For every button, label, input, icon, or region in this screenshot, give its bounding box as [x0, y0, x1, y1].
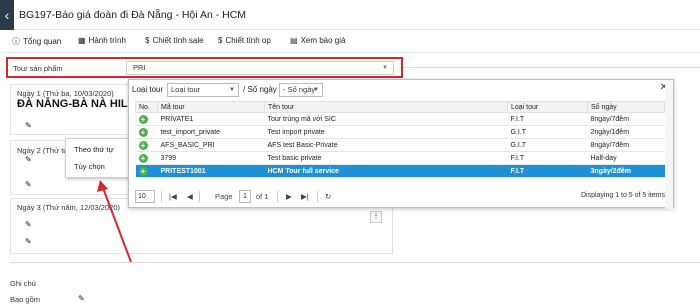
tour-type: F.I.T: [507, 151, 588, 165]
days-select[interactable]: - Số ngày ▼: [279, 83, 323, 97]
scrollbar[interactable]: [665, 80, 673, 209]
add-icon[interactable]: +: [138, 140, 148, 150]
tour-name: AFS test Basic-Private: [264, 138, 508, 152]
add-icon[interactable]: +: [138, 127, 148, 137]
tour-code: 3799: [157, 151, 265, 165]
tour-days: 8ngày/7đêm: [587, 112, 665, 126]
column-header[interactable]: Mã tour: [157, 101, 265, 113]
column-header[interactable]: Loại tour: [507, 101, 588, 113]
tour-type: G.I.T: [507, 125, 588, 139]
last-page-icon[interactable]: ▶|: [301, 192, 309, 201]
page-count: of 1: [256, 192, 269, 201]
page-size-select[interactable]: 10: [135, 190, 155, 203]
tour-name: Tour trùng mã với SIC: [264, 112, 508, 126]
divider: [277, 191, 278, 202]
tour-days: 3ngày/2đêm: [587, 164, 665, 178]
refresh-icon[interactable]: ↻: [325, 192, 331, 201]
previous-page-icon[interactable]: ◀: [187, 192, 193, 201]
tour-days: Half-day: [587, 151, 665, 165]
tour-name: Test import private: [264, 125, 508, 139]
tour-code: AFS_BASIC_PRI: [157, 138, 265, 152]
table-row[interactable]: + test_import_private Test import privat…: [135, 125, 665, 139]
page-size-value: 10: [138, 193, 146, 200]
add-icon[interactable]: +: [138, 153, 148, 163]
days-label: / Số ngày: [243, 85, 277, 94]
pagination-bar: 10 |◀ ◀ Page 1 of 1 ▶ ▶| ↻ Displaying 1 …: [135, 190, 665, 204]
tour-code: PRIVATE1: [157, 112, 265, 126]
note-label: Ghi chú: [10, 279, 36, 288]
add-icon[interactable]: +: [138, 114, 148, 124]
table-row-selected[interactable]: + PRITEST1001 HCM Tour full service F.I.…: [135, 164, 665, 178]
tour-type: F.I.T: [507, 112, 588, 126]
add-icon[interactable]: +: [138, 166, 148, 176]
divider: [161, 191, 162, 202]
tour-picker-popup: Loại tour Loại tour ▼ / Số ngày - Số ngà…: [128, 79, 674, 209]
next-page-icon[interactable]: ▶: [286, 192, 292, 201]
page-label: Page: [215, 192, 233, 201]
table-row[interactable]: + PRIVATE1 Tour trùng mã với SIC F.I.T 8…: [135, 112, 665, 126]
include-label: Bao gồm: [10, 295, 41, 304]
pagination-info: Displaying 1 to 5 of 5 items: [580, 192, 665, 199]
tour-type-select[interactable]: Loại tour ▼: [167, 83, 239, 97]
column-header[interactable]: Số ngày: [587, 101, 665, 113]
tour-name: Test basic private: [264, 151, 508, 165]
column-header[interactable]: No.: [135, 101, 158, 113]
page-value: 1: [243, 193, 247, 200]
table-row[interactable]: + AFS_BASIC_PRI AFS test Basic-Private G…: [135, 138, 665, 152]
divider: [317, 191, 318, 202]
tour-name: HCM Tour full service: [264, 164, 508, 178]
chevron-down-icon: ▼: [229, 87, 235, 93]
tour-type-label: Loại tour: [132, 85, 164, 94]
divider: [199, 191, 200, 202]
table-row[interactable]: + 3799 Test basic private F.I.T Half-day: [135, 151, 665, 165]
column-header[interactable]: Tên tour: [264, 101, 508, 113]
tour-type: G.I.T: [507, 138, 588, 152]
pencil-icon[interactable]: ✎: [78, 294, 85, 303]
divider: [10, 262, 700, 263]
tour-type: F.I.T: [507, 164, 588, 178]
tour-days: 8ngày/7đêm: [587, 138, 665, 152]
page-input[interactable]: 1: [239, 190, 251, 203]
tour-type-value: Loại tour: [171, 85, 201, 94]
table-header-row: No. Mã tour Tên tour Loại tour Số ngày: [135, 101, 665, 113]
tour-code: test_import_private: [157, 125, 265, 139]
chevron-down-icon: ▼: [313, 87, 319, 93]
tour-table: No. Mã tour Tên tour Loại tour Số ngày +…: [135, 101, 665, 178]
days-value: - Số ngày: [283, 85, 316, 94]
tour-days: 2ngày/1đêm: [587, 125, 665, 139]
first-page-icon[interactable]: |◀: [169, 192, 177, 201]
tour-code: PRITEST1001: [157, 164, 265, 178]
